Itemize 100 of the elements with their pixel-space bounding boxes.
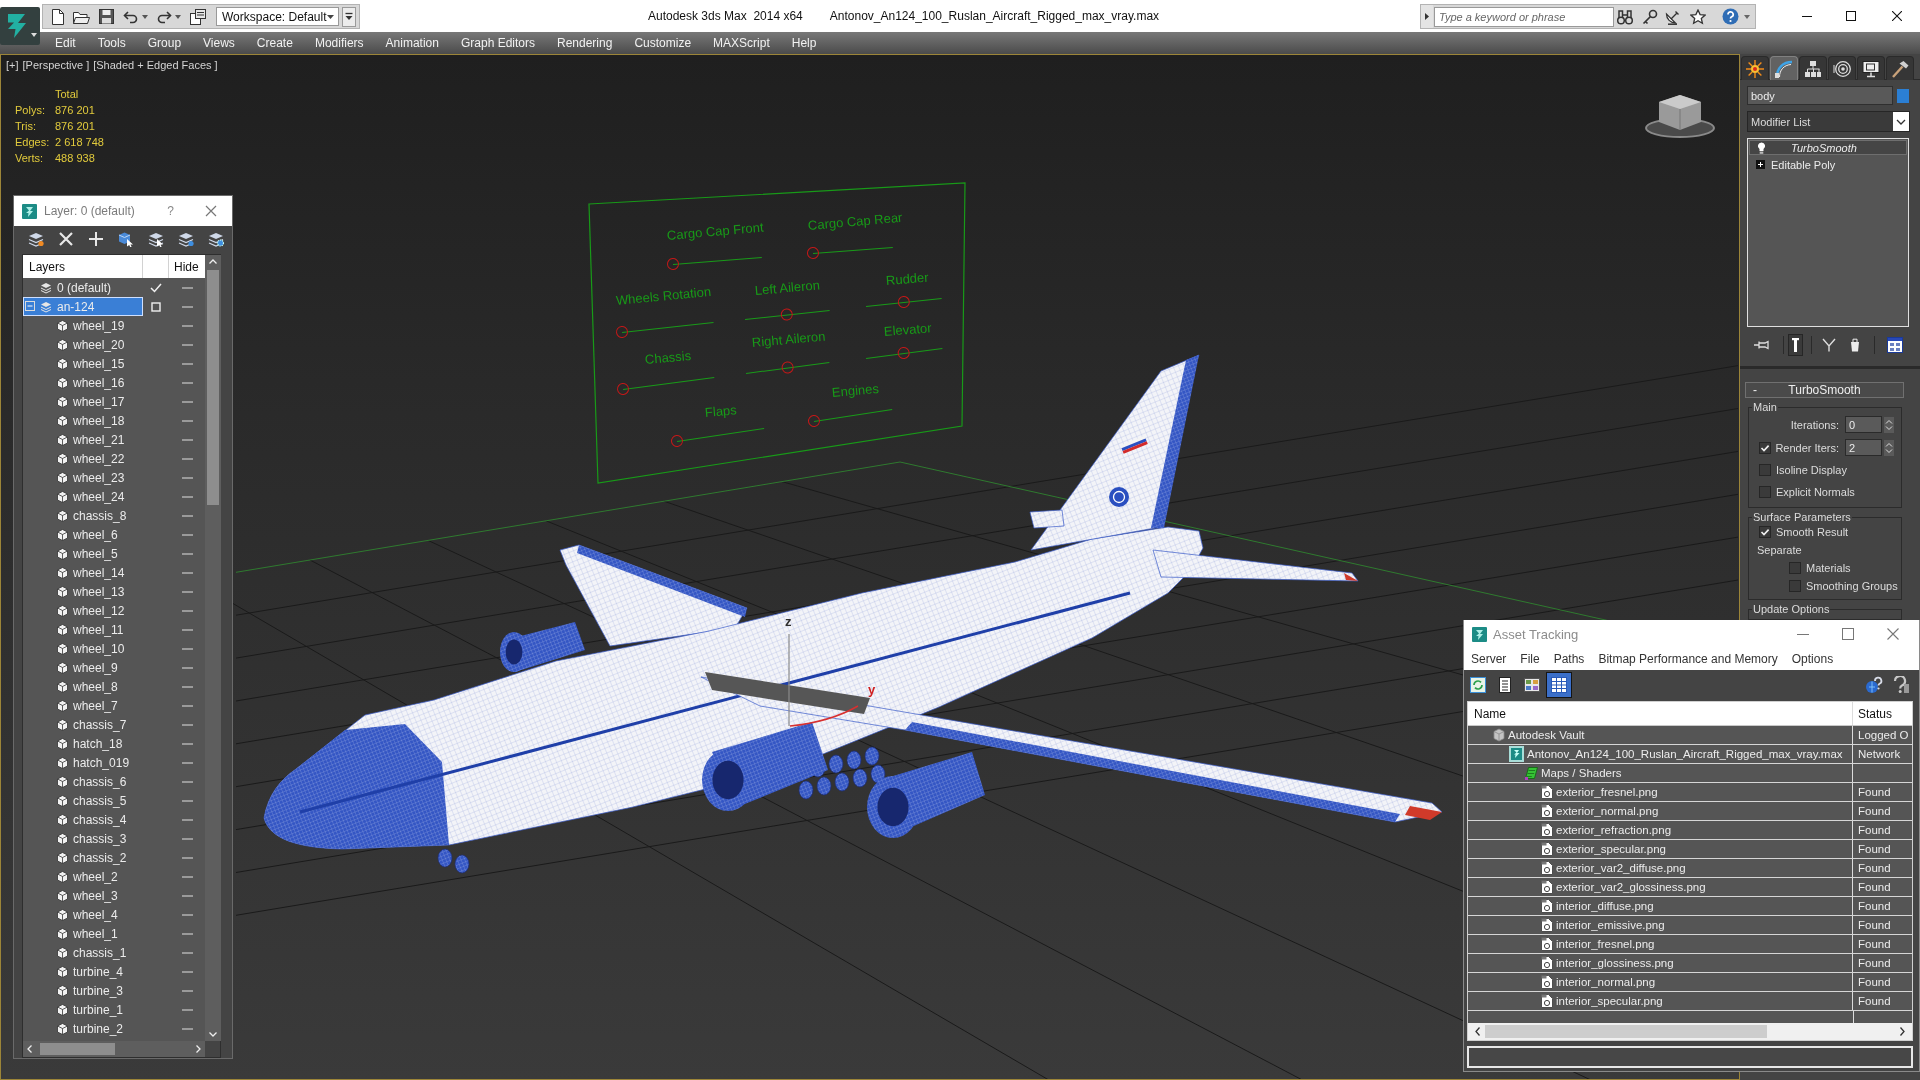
scrollbar-thumb[interactable]: [40, 1043, 115, 1055]
help-icon[interactable]: [1722, 8, 1739, 25]
layer-item[interactable]: wheel_9: [23, 658, 143, 677]
asset-item[interactable]: exterior_var2_glossiness.png: [1468, 878, 1853, 896]
layer-item[interactable]: wheel_3: [23, 886, 143, 905]
dash-icon[interactable]: [181, 875, 193, 878]
asset-item[interactable]: Maps / Shaders: [1468, 764, 1853, 782]
checkbox[interactable]: [1759, 486, 1771, 498]
layer-item[interactable]: wheel_16: [23, 373, 143, 392]
hammer-icon[interactable]: [1891, 59, 1909, 78]
layer-item[interactable]: chassis_2: [23, 848, 143, 867]
trash-can-icon[interactable]: [1850, 338, 1860, 352]
layer-item[interactable]: chassis_5: [23, 791, 143, 810]
checkbox[interactable]: [1789, 562, 1801, 574]
dash-icon[interactable]: [181, 742, 193, 745]
checkbox[interactable]: [1759, 441, 1771, 454]
curve-icon[interactable]: [1775, 59, 1793, 78]
dash-icon[interactable]: [181, 685, 193, 688]
asset-item[interactable]: Autodesk Vault: [1468, 726, 1853, 744]
open-folder-icon[interactable]: [73, 9, 90, 24]
image-tiles-icon[interactable]: [1524, 678, 1540, 692]
spinner-arrows-icon[interactable]: [1884, 439, 1894, 456]
redo-arrow-icon[interactable]: [156, 9, 172, 24]
asset-item[interactable]: interior_specular.png: [1468, 992, 1853, 1010]
layer-item[interactable]: wheel_1: [23, 924, 143, 943]
menu-item[interactable]: Paths: [1546, 652, 1592, 666]
layers-cursor-icon[interactable]: [148, 231, 164, 247]
dash-icon[interactable]: [181, 628, 193, 631]
asset-item[interactable]: exterior_normal.png: [1468, 802, 1853, 820]
help-button[interactable]: ?: [167, 204, 174, 218]
toolbar-button[interactable]: [1546, 672, 1572, 698]
dash-icon[interactable]: [181, 799, 193, 802]
menu-item[interactable]: Options: [1784, 652, 1841, 666]
dash-icon[interactable]: [181, 476, 193, 479]
triangle-right-icon[interactable]: [1421, 5, 1433, 28]
asset-item[interactable]: exterior_refraction.png: [1468, 821, 1853, 839]
layer-item[interactable]: wheel_13: [23, 582, 143, 601]
spinner-arrows-icon[interactable]: [1884, 416, 1894, 433]
binoculars-icon[interactable]: [1617, 8, 1633, 25]
dash-icon[interactable]: [181, 571, 193, 574]
scroll-down-icon[interactable]: [209, 1032, 217, 1037]
dash-icon[interactable]: [181, 818, 193, 821]
vertical-bar-icon[interactable]: [1792, 338, 1799, 352]
layer-item[interactable]: wheel_23: [23, 468, 143, 487]
scrollbar-thumb[interactable]: [207, 270, 219, 505]
layer-item[interactable]: wheel_22: [23, 449, 143, 468]
command-tab[interactable]: [1828, 56, 1856, 80]
search-field[interactable]: Type a keyword or phrase: [1434, 6, 1614, 27]
collapse-sign[interactable]: -: [1746, 383, 1764, 397]
asset-item[interactable]: interior_emissive.png: [1468, 916, 1853, 934]
layer-item[interactable]: wheel_20: [23, 335, 143, 354]
dash-icon[interactable]: [181, 780, 193, 783]
dash-icon[interactable]: [181, 723, 193, 726]
menu-item[interactable]: File: [1513, 652, 1547, 666]
layer-item[interactable]: 0 (default): [23, 278, 143, 297]
new-file-icon[interactable]: [51, 8, 65, 25]
dash-icon[interactable]: [181, 666, 193, 669]
minimize-icon[interactable]: [1802, 15, 1812, 17]
dash-icon[interactable]: [181, 438, 193, 441]
layer-item[interactable]: wheel_8: [23, 677, 143, 696]
menu-item[interactable]: Server: [1464, 652, 1514, 666]
layer-item[interactable]: wheel_2: [23, 867, 143, 886]
layer-item[interactable]: wheel_7: [23, 696, 143, 715]
dash-icon[interactable]: [181, 989, 193, 992]
layer-item[interactable]: wheel_21: [23, 430, 143, 449]
dash-icon[interactable]: [181, 590, 193, 593]
layer-item[interactable]: chassis_4: [23, 810, 143, 829]
spinner-field[interactable]: 0: [1845, 416, 1882, 433]
close-icon[interactable]: [1892, 11, 1902, 21]
layer-item[interactable]: wheel_6: [23, 525, 143, 544]
asset-item[interactable]: interior_glossiness.png: [1468, 954, 1853, 972]
modifier-item[interactable]: TurboSmooth: [1749, 140, 1907, 155]
checkbox[interactable]: [1789, 580, 1801, 592]
viewport-menu-label[interactable]: [+]: [6, 59, 19, 71]
dash-icon[interactable]: [181, 286, 193, 289]
viewcube-icon[interactable]: [1645, 92, 1715, 138]
checkbox[interactable]: [1759, 464, 1771, 476]
dash-icon[interactable]: [181, 457, 193, 460]
horizontal-scrollbar[interactable]: [23, 1041, 205, 1057]
layers-dot-icon[interactable]: [178, 231, 194, 247]
dash-icon[interactable]: [181, 970, 193, 973]
scroll-right-icon[interactable]: [1900, 1027, 1905, 1036]
asset-item[interactable]: Antonov_An124_100_Ruslan_Aircraft_Rigged_max_vray.max: [1468, 745, 1853, 763]
layer-item[interactable]: wheel_5: [23, 544, 143, 563]
dash-icon[interactable]: [181, 609, 193, 612]
menu-item[interactable]: Help: [780, 35, 828, 51]
modifier-item[interactable]: Editable Poly: [1749, 157, 1907, 172]
cross-icon[interactable]: [58, 231, 74, 247]
menu-item[interactable]: Customize: [623, 35, 703, 51]
layer-item[interactable]: wheel_14: [23, 563, 143, 582]
spinner-field[interactable]: 2: [1845, 439, 1882, 456]
column-header[interactable]: Name: [1468, 702, 1853, 725]
viewport-menu-label[interactable]: [Shaded + Edged Faces ]: [93, 59, 218, 71]
app-logo-icon[interactable]: [0, 7, 40, 45]
menu-item[interactable]: Edit: [44, 35, 87, 51]
column-header[interactable]: Hide: [169, 255, 205, 278]
menu-item[interactable]: Views: [192, 35, 246, 51]
modifier-list-dropdown[interactable]: Modifier List: [1747, 111, 1910, 132]
object-name-field[interactable]: body: [1747, 86, 1893, 105]
dash-icon[interactable]: [181, 324, 193, 327]
